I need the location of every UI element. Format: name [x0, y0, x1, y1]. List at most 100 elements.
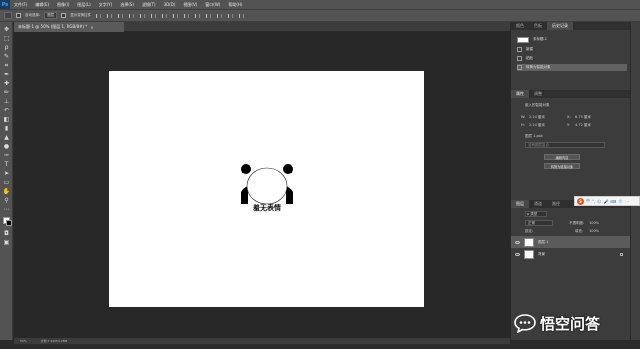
distribute-center-icon[interactable]: [205, 12, 212, 19]
lasso-tool-icon[interactable]: ρ: [2, 44, 11, 52]
convert-to-linked-button[interactable]: 转换为链接对象: [544, 163, 580, 169]
canvas-area[interactable]: 羞无表情: [14, 32, 510, 338]
y-value[interactable]: 4.72 厘米: [575, 123, 591, 128]
blur-tool-icon[interactable]: ▲: [2, 134, 11, 142]
tab-history[interactable]: 历史记录: [547, 22, 573, 30]
menu-window[interactable]: 窗口(W): [201, 2, 224, 8]
menu-select[interactable]: 选择(S): [116, 2, 138, 8]
history-step[interactable]: 新建: [517, 46, 627, 53]
document-canvas[interactable]: 羞无表情: [109, 71, 424, 307]
zoom-tool-icon[interactable]: ⚲: [2, 197, 11, 205]
shape-tool-icon[interactable]: ▭: [2, 179, 11, 187]
distribute-top-icon[interactable]: [161, 12, 168, 19]
eye-icon[interactable]: [515, 252, 520, 256]
screen-mode-icon[interactable]: ▣: [2, 239, 11, 247]
clone-stamp-tool-icon[interactable]: ⊥: [2, 98, 11, 106]
distribute-left-icon[interactable]: [194, 12, 201, 19]
layer-comp-dropdown[interactable]: 没有图层复合: [525, 142, 605, 148]
layer-name: 图层 1: [538, 239, 549, 244]
ime-more-icon[interactable]: ⋯: [625, 199, 629, 204]
menu-help[interactable]: 帮助(H): [224, 2, 246, 8]
ime-keyboard-icon[interactable]: ⌨: [610, 199, 616, 204]
new-document-icon: [517, 47, 522, 52]
document-tab[interactable]: 未标题-1 @ 50% (图层 1, RGB/8#) * ×: [14, 22, 124, 32]
menu-layer[interactable]: 图层(L): [73, 2, 94, 8]
width-value[interactable]: 2.24 厘米: [529, 115, 545, 120]
layer-row-layer-1[interactable]: 图层 1: [511, 236, 631, 248]
move-tool-icon[interactable]: ✥: [2, 26, 11, 34]
dodge-tool-icon[interactable]: ●: [2, 143, 11, 151]
menu-edit[interactable]: 编辑(E): [31, 2, 53, 8]
menu-image[interactable]: 图像(I): [53, 2, 73, 8]
opacity-value[interactable]: 100%: [589, 221, 599, 225]
ime-punctuation-icon[interactable]: °,: [592, 199, 595, 204]
tab-swatches[interactable]: 色板: [529, 22, 547, 30]
hand-tool-icon[interactable]: ✋: [2, 188, 11, 196]
3d-mode-icon[interactable]: [238, 12, 245, 19]
distribute-middle-icon[interactable]: [172, 12, 179, 19]
align-top-icon[interactable]: [128, 12, 135, 19]
history-panel-tabs: 颜色 色板 历史记录: [511, 22, 631, 30]
input-method-bar[interactable]: S 中 °, ☺ 🎤 ⌨ 👕 ⋯: [574, 196, 640, 206]
fill-label: 填充:: [575, 229, 584, 233]
align-left-icon[interactable]: [95, 12, 102, 19]
height-value[interactable]: 2.24 厘米: [529, 123, 545, 128]
history-brush-tool-icon[interactable]: ↶: [2, 107, 11, 115]
tab-properties[interactable]: 属性: [511, 90, 529, 98]
align-center-icon[interactable]: [106, 12, 113, 19]
pen-tool-icon[interactable]: ✑: [2, 152, 11, 160]
ime-language-toggle[interactable]: 中: [586, 198, 590, 204]
tab-color[interactable]: 颜色: [511, 22, 529, 30]
auto-select-dropdown[interactable]: 图层: [44, 12, 58, 19]
type-tool-icon[interactable]: T: [2, 161, 11, 169]
tab-layers[interactable]: 图层: [511, 200, 529, 208]
quick-select-tool-icon[interactable]: ✎: [2, 53, 11, 61]
snapshot-thumbnail: [517, 36, 529, 43]
distribute-bottom-icon[interactable]: [183, 12, 190, 19]
blend-mode-dropdown[interactable]: 正常: [525, 220, 553, 226]
eye-icon[interactable]: [515, 240, 520, 244]
ime-emoji-icon[interactable]: ☺: [597, 199, 601, 204]
tab-paths[interactable]: 路径: [547, 200, 565, 208]
menu-file[interactable]: 文件(F): [10, 2, 31, 8]
fill-value[interactable]: 100%: [589, 229, 599, 233]
auto-align-icon[interactable]: [227, 12, 234, 19]
menu-view[interactable]: 视图(V): [179, 2, 201, 8]
tab-channels[interactable]: 通道: [529, 200, 547, 208]
eraser-tool-icon[interactable]: ◧: [2, 116, 11, 124]
align-middle-icon[interactable]: [139, 12, 146, 19]
align-right-icon[interactable]: [117, 12, 124, 19]
menu-type[interactable]: 文字(Y): [95, 2, 117, 8]
x-value[interactable]: 6.75 厘米: [575, 115, 591, 120]
quick-mask-icon[interactable]: ◘: [2, 230, 11, 238]
align-bottom-icon[interactable]: [150, 12, 157, 19]
brush-tool-icon[interactable]: ✏: [2, 89, 11, 97]
healing-brush-tool-icon[interactable]: ✚: [2, 80, 11, 88]
eyedropper-tool-icon[interactable]: ✒: [2, 71, 11, 79]
zoom-level[interactable]: 50%: [20, 339, 27, 343]
layer-filter-dropdown[interactable]: ρ 类型: [525, 211, 547, 217]
history-step[interactable]: 粘贴: [517, 55, 627, 62]
distribute-right-icon[interactable]: [216, 12, 223, 19]
history-snapshot[interactable]: 未标题-1: [517, 36, 627, 43]
crop-tool-icon[interactable]: ⌗: [2, 62, 11, 70]
layer-row-background[interactable]: 背景: [511, 248, 631, 260]
path-select-tool-icon[interactable]: ➤: [2, 170, 11, 178]
auto-select-checkbox[interactable]: [16, 13, 21, 18]
move-tool-preset-button[interactable]: [4, 12, 12, 19]
show-transform-checkbox[interactable]: [61, 13, 67, 18]
history-step-selected[interactable]: 转换为智能对象: [517, 64, 627, 71]
close-icon[interactable]: ×: [90, 25, 93, 30]
more-tools-icon[interactable]: ⋯: [2, 206, 11, 214]
menu-filter[interactable]: 滤镜(T): [138, 2, 160, 8]
height-label: H:: [521, 123, 525, 127]
tab-adjustments[interactable]: 调整: [529, 90, 547, 98]
gradient-tool-icon[interactable]: ▮: [2, 125, 11, 133]
ime-skin-icon[interactable]: 👕: [618, 199, 623, 204]
edit-contents-button[interactable]: 编辑内容: [544, 154, 580, 160]
background-color-swatch[interactable]: [6, 220, 12, 226]
panda-sticker-image[interactable]: 羞无表情: [239, 162, 295, 212]
marquee-tool-icon[interactable]: ⬚: [2, 35, 11, 43]
menu-3d[interactable]: 3D(D): [160, 2, 180, 7]
ime-voice-icon[interactable]: 🎤: [603, 199, 608, 204]
